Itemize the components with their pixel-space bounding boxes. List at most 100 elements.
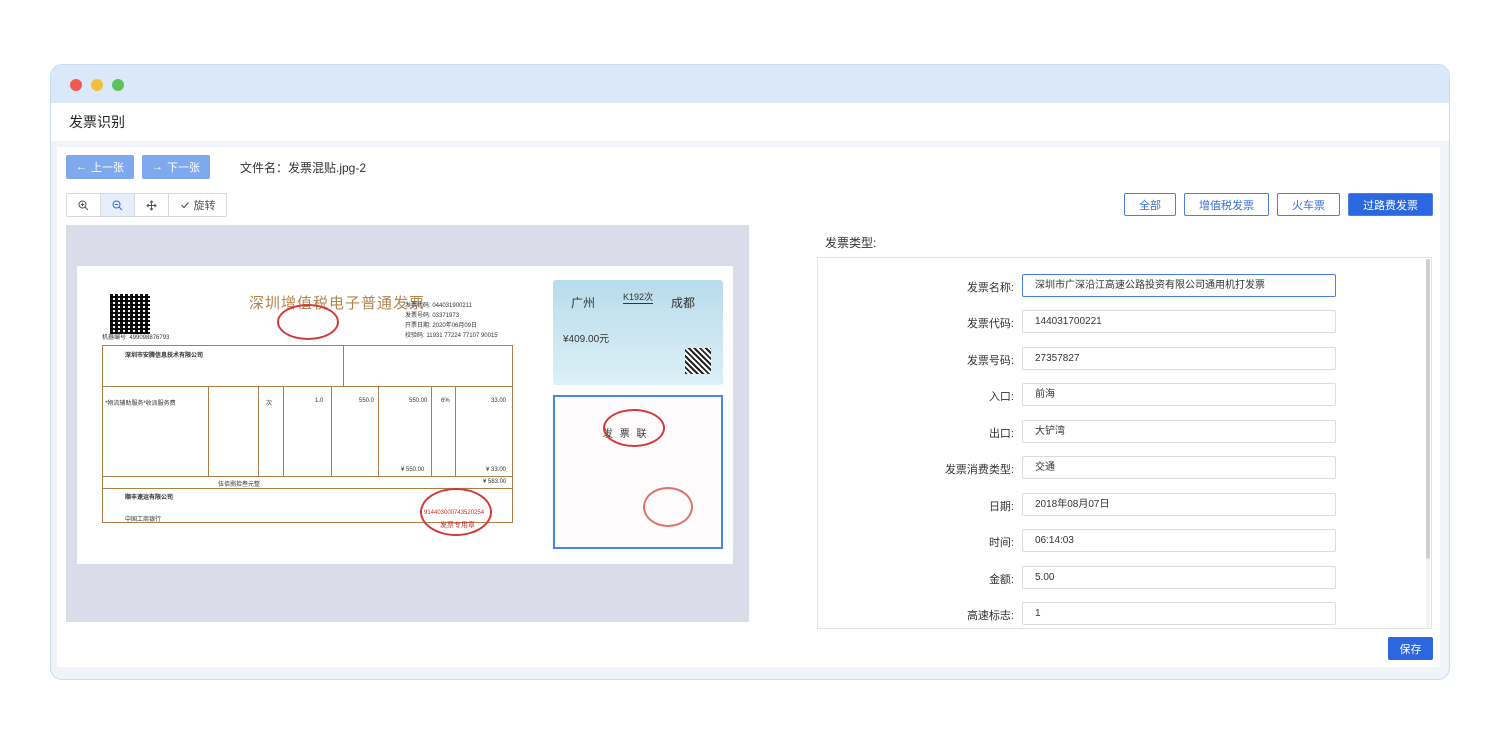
- maximize-window-button[interactable]: [112, 79, 124, 91]
- consumption-type-input[interactable]: 交通: [1022, 456, 1336, 479]
- divider: [103, 386, 512, 387]
- invoice-number-input[interactable]: 27357827: [1022, 347, 1336, 370]
- seal-text: 发票专用章: [440, 522, 475, 529]
- amount-input[interactable]: 5.00: [1022, 566, 1336, 589]
- vat-invoice-title: 深圳增值税电子普通发票: [249, 294, 426, 312]
- train-number: K192次: [623, 292, 654, 304]
- invoice-date: 开票日期: 2020年06月09日: [405, 323, 478, 329]
- page-title: 发票识别: [51, 103, 1449, 141]
- filter-vat-button[interactable]: 增值税发票: [1184, 193, 1269, 216]
- field-label: 金额:: [988, 574, 1014, 586]
- filter-train-button[interactable]: 火车票: [1277, 193, 1340, 216]
- main-content: ← 上一张 → 下一张 文件名：发票混贴.jpg-2 旋转 深圳增值税电子普通发…: [57, 147, 1440, 667]
- invoice-check: 校验码: 11931 77224 77107 90015: [405, 333, 498, 339]
- time-input[interactable]: 06:14:03: [1022, 529, 1336, 552]
- form-row-name: 发票名称: 深圳市广深沿江高速公路投资有限公司通用机打发票: [818, 274, 1418, 298]
- close-window-button[interactable]: [70, 79, 82, 91]
- date-input[interactable]: 2018年08月07日: [1022, 493, 1336, 516]
- image-preview[interactable]: 深圳增值税电子普通发票 发票代码: 044031900211 发票号码: 033…: [66, 225, 749, 622]
- divider: [258, 386, 259, 476]
- form-row-amount: 金额: 5.00: [818, 566, 1418, 590]
- item-tax: 33.00: [491, 398, 507, 404]
- total-tax: ¥ 33.00: [486, 467, 507, 473]
- invoice-type-filter: 全部 增值税发票 火车票 过路费发票: [1124, 193, 1433, 216]
- train-ticket: 广州 K192次 成都 ¥409.00元: [553, 280, 723, 385]
- field-label: 发票名称:: [966, 282, 1014, 294]
- item-price: 550.0: [359, 398, 375, 404]
- item-amount: 550.00: [409, 398, 428, 404]
- title-bar: [51, 65, 1449, 103]
- invoice-code-input[interactable]: 144031700221: [1022, 310, 1336, 333]
- total-in-figures: ¥ 583.00: [483, 479, 507, 485]
- train-from: 广州: [571, 296, 596, 310]
- item-unit: 次: [266, 401, 273, 407]
- form-row-number: 发票号码: 27357827: [818, 347, 1418, 371]
- divider: [378, 386, 379, 476]
- zoom-in-icon: [78, 200, 89, 210]
- save-button[interactable]: 保存: [1388, 637, 1433, 660]
- prev-label: 上一张: [91, 162, 124, 174]
- scrollbar-thumb[interactable]: [1426, 259, 1430, 559]
- divider: [343, 346, 344, 386]
- invoice-name-input[interactable]: 深圳市广深沿江高速公路投资有限公司通用机打发票: [1022, 274, 1336, 297]
- check-icon: [180, 202, 189, 209]
- total-in-words: 伍佰捌拾叁元整: [218, 482, 261, 488]
- entry-input[interactable]: 前海: [1022, 383, 1336, 406]
- field-label: 发票代码:: [966, 318, 1014, 330]
- machine-number: 机器编号: 499098876793: [102, 335, 170, 341]
- form-row-date: 日期: 2018年08月07日: [818, 493, 1418, 517]
- invoice-image: 深圳增值税电子普通发票 发票代码: 044031900211 发票号码: 033…: [77, 266, 733, 564]
- form-row-code: 发票代码: 144031700221: [818, 310, 1418, 334]
- seller-name: 顺丰速运有限公司: [125, 495, 174, 501]
- app-window: 发票识别 ← 上一张 → 下一张 文件名：发票混贴.jpg-2 旋转 深圳增值税…: [50, 64, 1450, 680]
- file-name: 文件名：发票混贴.jpg-2: [240, 161, 367, 175]
- form-row-time: 时间: 06:14:03: [818, 529, 1418, 553]
- move-button[interactable]: [135, 194, 169, 216]
- form-row-type: 发票消费类型: 交通: [818, 456, 1418, 480]
- image-toolbar: 旋转: [66, 193, 227, 217]
- arrow-right-icon: →: [152, 161, 163, 173]
- rotate-label: 旋转: [193, 200, 216, 212]
- field-label: 入口:: [988, 391, 1014, 403]
- total-amount: ¥ 550.00: [401, 467, 425, 473]
- field-label: 日期:: [988, 501, 1014, 513]
- divider: [331, 386, 332, 476]
- zoom-in-button[interactable]: [67, 194, 101, 216]
- field-label: 时间:: [988, 537, 1014, 549]
- arrow-left-icon: ←: [76, 161, 87, 173]
- divider: [455, 386, 456, 476]
- next-button[interactable]: → 下一张: [142, 155, 210, 179]
- form-row-highway: 高速标志: 1: [818, 602, 1418, 626]
- divider: [103, 476, 512, 477]
- filter-all-button[interactable]: 全部: [1124, 193, 1176, 216]
- buyer-name: 深圳市安腾信息技术有限公司: [125, 353, 204, 359]
- form-row-exit: 出口: 大铲湾: [818, 420, 1418, 444]
- form-scrollbar[interactable]: [1426, 259, 1430, 628]
- field-label: 高速标志:: [966, 610, 1014, 622]
- filter-toll-button[interactable]: 过路费发票: [1348, 193, 1433, 216]
- qr-code: [110, 294, 150, 334]
- minimize-window-button[interactable]: [91, 79, 103, 91]
- next-label: 下一张: [167, 162, 200, 174]
- seller-bank: 中国工商银行: [125, 517, 162, 523]
- train-price: ¥409.00元: [563, 334, 610, 345]
- field-label: 发票号码:: [966, 355, 1014, 367]
- tax-stamp: [277, 304, 339, 340]
- invoice-type-caption: 发票类型:: [825, 236, 877, 250]
- toll-stamp: [603, 409, 665, 447]
- move-icon: [146, 199, 157, 211]
- zoom-out-button[interactable]: [101, 194, 135, 216]
- field-label: 出口:: [988, 428, 1014, 440]
- rotate-button[interactable]: 旋转: [169, 194, 226, 216]
- divider: [431, 386, 432, 476]
- invoice-number: 发票号码: 03371973: [405, 313, 460, 319]
- train-to: 成都: [671, 296, 696, 310]
- exit-input[interactable]: 大铲湾: [1022, 420, 1336, 443]
- field-label: 发票消费类型:: [944, 464, 1014, 476]
- zoom-out-icon: [112, 200, 123, 210]
- train-qr-code: [685, 348, 711, 374]
- highway-flag-input[interactable]: 1: [1022, 602, 1336, 625]
- form-row-entry: 入口: 前海: [818, 383, 1418, 407]
- prev-button[interactable]: ← 上一张: [66, 155, 134, 179]
- vat-invoice: 深圳增值税电子普通发票 发票代码: 044031900211 发票号码: 033…: [102, 288, 517, 536]
